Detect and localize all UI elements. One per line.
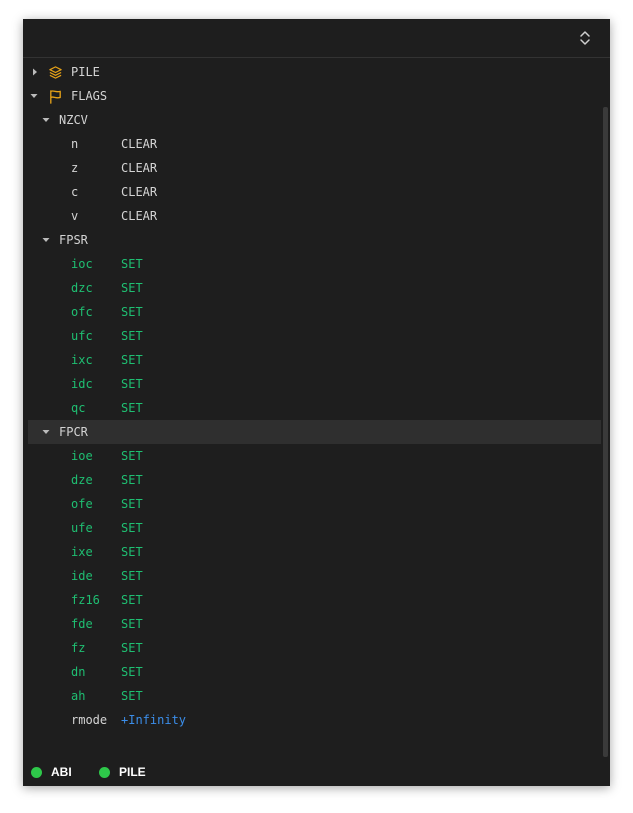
flag-value: CLEAR xyxy=(121,137,158,151)
flag-row: idc SET xyxy=(23,372,601,396)
flag-value: CLEAR xyxy=(121,161,158,175)
flag-value: SET xyxy=(121,641,143,655)
flag-name: ufe xyxy=(71,521,93,535)
chevron-down-icon[interactable] xyxy=(41,427,51,437)
flag-value: SET xyxy=(121,353,143,367)
flag-value: SET xyxy=(121,569,143,583)
flag-name: ixc xyxy=(71,353,93,367)
tree-node-label: NZCV xyxy=(59,113,88,127)
flag-row: dzc SET xyxy=(23,276,601,300)
flag-value: SET xyxy=(121,257,143,271)
flag-name: n xyxy=(71,137,79,151)
flag-name: ide xyxy=(71,569,93,583)
flag-name: idc xyxy=(71,377,93,391)
tree-node-label: PILE xyxy=(71,65,100,79)
chevron-up-down-icon[interactable] xyxy=(578,29,592,47)
flag-value: SET xyxy=(121,617,143,631)
flag-name: ufc xyxy=(71,329,93,343)
flag-value: SET xyxy=(121,665,143,679)
flag-row: ufe SET xyxy=(23,516,601,540)
flag-name: fde xyxy=(71,617,93,631)
chevron-down-icon[interactable] xyxy=(41,235,51,245)
tree-node-pile[interactable]: PILE xyxy=(23,60,601,84)
flag-row: ofe SET xyxy=(23,492,601,516)
flag-row: z CLEAR xyxy=(23,156,601,180)
flag-row: ufc SET xyxy=(23,324,601,348)
tree-node-label: FPSR xyxy=(59,233,88,247)
flag-row: fz SET xyxy=(23,636,601,660)
flag-value: +Infinity xyxy=(121,713,187,727)
tree-node-label: FLAGS xyxy=(71,89,108,103)
flag-name: c xyxy=(71,185,79,199)
flag-row: ah SET xyxy=(23,684,601,708)
flag-value: SET xyxy=(121,281,143,295)
status-bar: ABI PILE xyxy=(23,760,610,786)
flag-value: SET xyxy=(121,545,143,559)
flag-value: SET xyxy=(121,497,143,511)
flag-row: dn SET xyxy=(23,660,601,684)
flag-name: ioe xyxy=(71,449,93,463)
flag-name: v xyxy=(71,209,79,223)
stack-layers-icon xyxy=(49,66,62,79)
flag-row: n CLEAR xyxy=(23,132,601,156)
flag-row: rmode +Infinity xyxy=(23,708,601,732)
flag-name: ixe xyxy=(71,545,93,559)
status-label-pile: PILE xyxy=(119,765,146,779)
tree-node-label: FPCR xyxy=(59,425,88,439)
panel-header xyxy=(23,19,610,58)
flag-name: z xyxy=(71,161,79,175)
flag-name: dzc xyxy=(71,281,93,295)
vertical-scrollbar[interactable] xyxy=(603,107,608,757)
register-tree: PILE FLAGS NZCV n CLEAR z CLEAR c CLEAR v CL… xyxy=(23,60,601,732)
flag-value: SET xyxy=(121,305,143,319)
tree-node-nzcv[interactable]: NZCV xyxy=(23,108,601,132)
tree-node-fpsr[interactable]: FPSR xyxy=(23,228,601,252)
flag-icon xyxy=(50,90,61,104)
flag-row: fz16 SET xyxy=(23,588,601,612)
flag-value: CLEAR xyxy=(121,209,158,223)
flag-name: ah xyxy=(71,689,86,703)
tree-node-fpcr[interactable]: FPCR xyxy=(23,420,601,444)
flag-row: ide SET xyxy=(23,564,601,588)
flags-panel: PILE FLAGS NZCV n CLEAR z CLEAR c CLEAR v CL… xyxy=(23,19,610,786)
flag-name: fz16 xyxy=(71,593,100,607)
flag-name: ofc xyxy=(71,305,93,319)
flag-row: qc SET xyxy=(23,396,601,420)
flag-value: SET xyxy=(121,377,143,391)
flag-row: v CLEAR xyxy=(23,204,601,228)
flag-name: ioc xyxy=(71,257,93,271)
flag-name: dze xyxy=(71,473,93,487)
flag-value: CLEAR xyxy=(121,185,158,199)
flag-row: fde SET xyxy=(23,612,601,636)
flag-value: SET xyxy=(121,689,143,703)
flag-value: SET xyxy=(121,329,143,343)
flag-row: ioc SET xyxy=(23,252,601,276)
status-dot-abi xyxy=(31,767,42,778)
flag-row: ixe SET xyxy=(23,540,601,564)
flag-row: dze SET xyxy=(23,468,601,492)
chevron-down-icon[interactable] xyxy=(41,115,51,125)
flag-name: dn xyxy=(71,665,86,679)
flag-row: c CLEAR xyxy=(23,180,601,204)
flag-name: rmode xyxy=(71,713,108,727)
flag-row: ixc SET xyxy=(23,348,601,372)
flag-row: ioe SET xyxy=(23,444,601,468)
flag-value: SET xyxy=(121,401,143,415)
flag-value: SET xyxy=(121,521,143,535)
chevron-right-icon[interactable] xyxy=(30,67,40,77)
flag-name: fz xyxy=(71,641,86,655)
flag-value: SET xyxy=(121,449,143,463)
flag-value: SET xyxy=(121,473,143,487)
flag-name: ofe xyxy=(71,497,93,511)
flag-value: SET xyxy=(121,593,143,607)
tree-node-flags[interactable]: FLAGS xyxy=(23,84,601,108)
flag-row: ofc SET xyxy=(23,300,601,324)
status-dot-pile xyxy=(99,767,110,778)
flag-name: qc xyxy=(71,401,86,415)
status-label-abi: ABI xyxy=(51,765,72,779)
chevron-down-icon[interactable] xyxy=(29,91,39,101)
